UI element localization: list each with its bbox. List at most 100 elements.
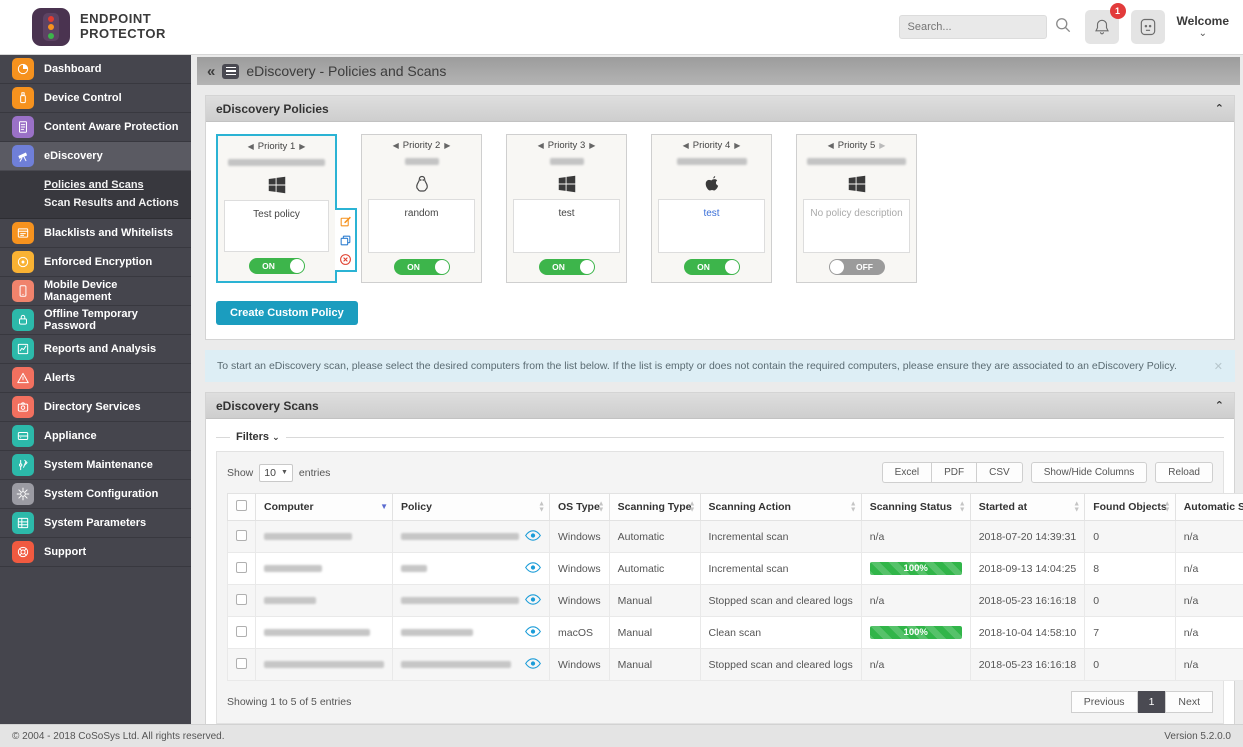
close-icon[interactable]: ✕ xyxy=(1214,360,1223,373)
col-scanning-action[interactable]: Scanning Action▲▼ xyxy=(700,494,861,521)
policy-card-3[interactable]: ◀ Priority 3 ▶ test ON xyxy=(506,134,627,283)
select-all-header xyxy=(228,494,256,521)
collapse-chevron-icon[interactable]: ⌃ xyxy=(1215,102,1224,115)
col-started-at[interactable]: Started at▲▼ xyxy=(970,494,1085,521)
sidebar-item-ediscovery[interactable]: eDiscovery xyxy=(0,142,191,171)
sidebar-item-alerts[interactable]: Alerts xyxy=(0,364,191,393)
policy-toggle[interactable]: OFF xyxy=(829,259,885,275)
sidebar-item-system-parameters[interactable]: System Parameters xyxy=(0,509,191,538)
sidebar-item-support[interactable]: Support xyxy=(0,538,191,567)
sidebar-item-system-maintenance[interactable]: System Maintenance xyxy=(0,451,191,480)
padlock-icon xyxy=(12,309,34,331)
policy-toggle[interactable]: ON xyxy=(249,258,305,274)
row-checkbox[interactable] xyxy=(236,626,247,637)
sidebar-item-blacklists-whitelists[interactable]: Blacklists and Whitelists xyxy=(0,219,191,248)
view-policy-eye-icon[interactable] xyxy=(525,658,541,672)
priority-next-icon[interactable]: ▶ xyxy=(734,141,740,150)
delete-policy-icon[interactable] xyxy=(338,252,352,266)
welcome-menu[interactable]: Welcome ⌄ xyxy=(1177,15,1229,39)
user-avatar[interactable] xyxy=(1131,10,1165,44)
row-checkbox[interactable] xyxy=(236,562,247,573)
policy-card-1[interactable]: ◀ Priority 1 ▶ Test policy ON xyxy=(216,134,337,283)
edit-policy-icon[interactable] xyxy=(338,214,352,228)
search-box xyxy=(899,15,1073,40)
submenu-scan-results-and-actions[interactable]: Scan Results and Actions xyxy=(44,194,191,212)
page-size-select[interactable]: 10▼ xyxy=(259,464,293,482)
export-pdf-button[interactable]: PDF xyxy=(931,462,976,483)
page-1-button[interactable]: 1 xyxy=(1138,691,1166,713)
chevron-down-icon: ⌄ xyxy=(272,432,280,442)
col-scanning-status[interactable]: Scanning Status▲▼ xyxy=(861,494,970,521)
show-hide-columns-button[interactable]: Show/Hide Columns xyxy=(1031,462,1148,483)
redacted-policy-name xyxy=(401,661,511,668)
sidebar-item-dashboard[interactable]: Dashboard xyxy=(0,55,191,84)
submenu-policies-and-scans[interactable]: Policies and Scans xyxy=(44,176,191,194)
export-excel-button[interactable]: Excel xyxy=(882,462,931,483)
policy-toggle[interactable]: ON xyxy=(539,259,595,275)
sidebar-item-offline-temporary-password[interactable]: Offline Temporary Password xyxy=(0,306,191,335)
collapse-chevron-icon[interactable]: ⌃ xyxy=(1215,399,1224,412)
reload-button[interactable]: Reload xyxy=(1155,462,1213,483)
priority-prev-icon[interactable]: ◀ xyxy=(538,141,544,150)
view-policy-eye-icon[interactable] xyxy=(525,594,541,608)
policy-card-2[interactable]: ◀ Priority 2 ▶ random ON xyxy=(361,134,482,283)
sidebar-item-appliance[interactable]: Appliance xyxy=(0,422,191,451)
scan-progress-bar: 100% xyxy=(870,562,962,575)
priority-label: Priority 2 xyxy=(403,140,440,151)
view-policy-eye-icon[interactable] xyxy=(525,562,541,576)
sidebar-collapse-icon[interactable]: « xyxy=(207,63,215,80)
avatar-icon xyxy=(1138,17,1158,37)
priority-next-icon[interactable]: ▶ xyxy=(444,141,450,150)
sidebar-item-mobile-device-management[interactable]: Mobile Device Management xyxy=(0,277,191,306)
duplicate-policy-icon[interactable] xyxy=(338,233,352,247)
sidebar-item-content-aware-protection[interactable]: Content Aware Protection xyxy=(0,113,191,142)
col-computer[interactable]: Computer▼ xyxy=(256,494,393,521)
search-input[interactable] xyxy=(899,15,1047,39)
sidebar-item-directory-services[interactable]: Directory Services xyxy=(0,393,191,422)
col-automatic-scanning[interactable]: Automatic Scanning xyxy=(1175,494,1243,521)
policy-card-5[interactable]: ◀ Priority 5 ▶ No policy description OFF xyxy=(796,134,917,283)
view-policy-eye-icon[interactable] xyxy=(525,530,541,544)
col-found-objects[interactable]: Found Objects▲▼ xyxy=(1085,494,1176,521)
sidebar-item-system-configuration[interactable]: System Configuration xyxy=(0,480,191,509)
sidebar-item-reports-and-analysis[interactable]: Reports and Analysis xyxy=(0,335,191,364)
briefcase-icon xyxy=(12,396,34,418)
policy-card-4[interactable]: ◀ Priority 4 ▶ test ON xyxy=(651,134,772,283)
policy-toggle[interactable]: ON xyxy=(684,259,740,275)
export-csv-button[interactable]: CSV xyxy=(976,462,1023,483)
col-scanning-type[interactable]: Scanning Type▲▼ xyxy=(609,494,700,521)
top-header: ENDPOINT PROTECTOR 1 Welcome ⌄ xyxy=(0,0,1243,55)
create-custom-policy-button[interactable]: Create Custom Policy xyxy=(216,301,358,325)
col-os-type[interactable]: OS Type▲▼ xyxy=(550,494,610,521)
row-checkbox[interactable] xyxy=(236,530,247,541)
priority-next-icon[interactable]: ▶ xyxy=(299,142,305,151)
policy-toggle[interactable]: ON xyxy=(394,259,450,275)
priority-prev-icon[interactable]: ◀ xyxy=(248,142,254,151)
sidebar-item-device-control[interactable]: Device Control xyxy=(0,84,191,113)
filters-toggle[interactable]: Filters ⌄ xyxy=(230,431,286,443)
windows-icon xyxy=(513,171,620,197)
search-icon[interactable] xyxy=(1053,15,1073,40)
brand-name: ENDPOINT PROTECTOR xyxy=(80,12,166,42)
notifications-button[interactable]: 1 xyxy=(1085,10,1119,44)
priority-prev-icon[interactable]: ◀ xyxy=(828,141,834,150)
view-policy-eye-icon[interactable] xyxy=(525,626,541,640)
row-checkbox[interactable] xyxy=(236,594,247,605)
next-page-button[interactable]: Next xyxy=(1165,691,1213,713)
redacted-computer-name xyxy=(264,565,322,572)
select-all-checkbox[interactable] xyxy=(236,500,247,511)
copyright-text: © 2004 - 2018 CoSoSys Ltd. All rights re… xyxy=(12,731,224,742)
redacted-policy-name xyxy=(405,158,439,165)
col-policy[interactable]: Policy▲▼ xyxy=(393,494,550,521)
sidebar-item-enforced-encryption[interactable]: Enforced Encryption xyxy=(0,248,191,277)
priority-label: Priority 4 xyxy=(693,140,730,151)
priority-next-icon[interactable]: ▶ xyxy=(879,141,885,150)
sort-icon: ▲▼ xyxy=(1164,501,1171,512)
priority-prev-icon[interactable]: ◀ xyxy=(393,141,399,150)
previous-page-button[interactable]: Previous xyxy=(1071,691,1138,713)
row-checkbox[interactable] xyxy=(236,658,247,669)
sort-icon: ▲▼ xyxy=(850,501,857,512)
redacted-computer-name xyxy=(264,533,352,540)
priority-next-icon[interactable]: ▶ xyxy=(589,141,595,150)
priority-prev-icon[interactable]: ◀ xyxy=(683,141,689,150)
